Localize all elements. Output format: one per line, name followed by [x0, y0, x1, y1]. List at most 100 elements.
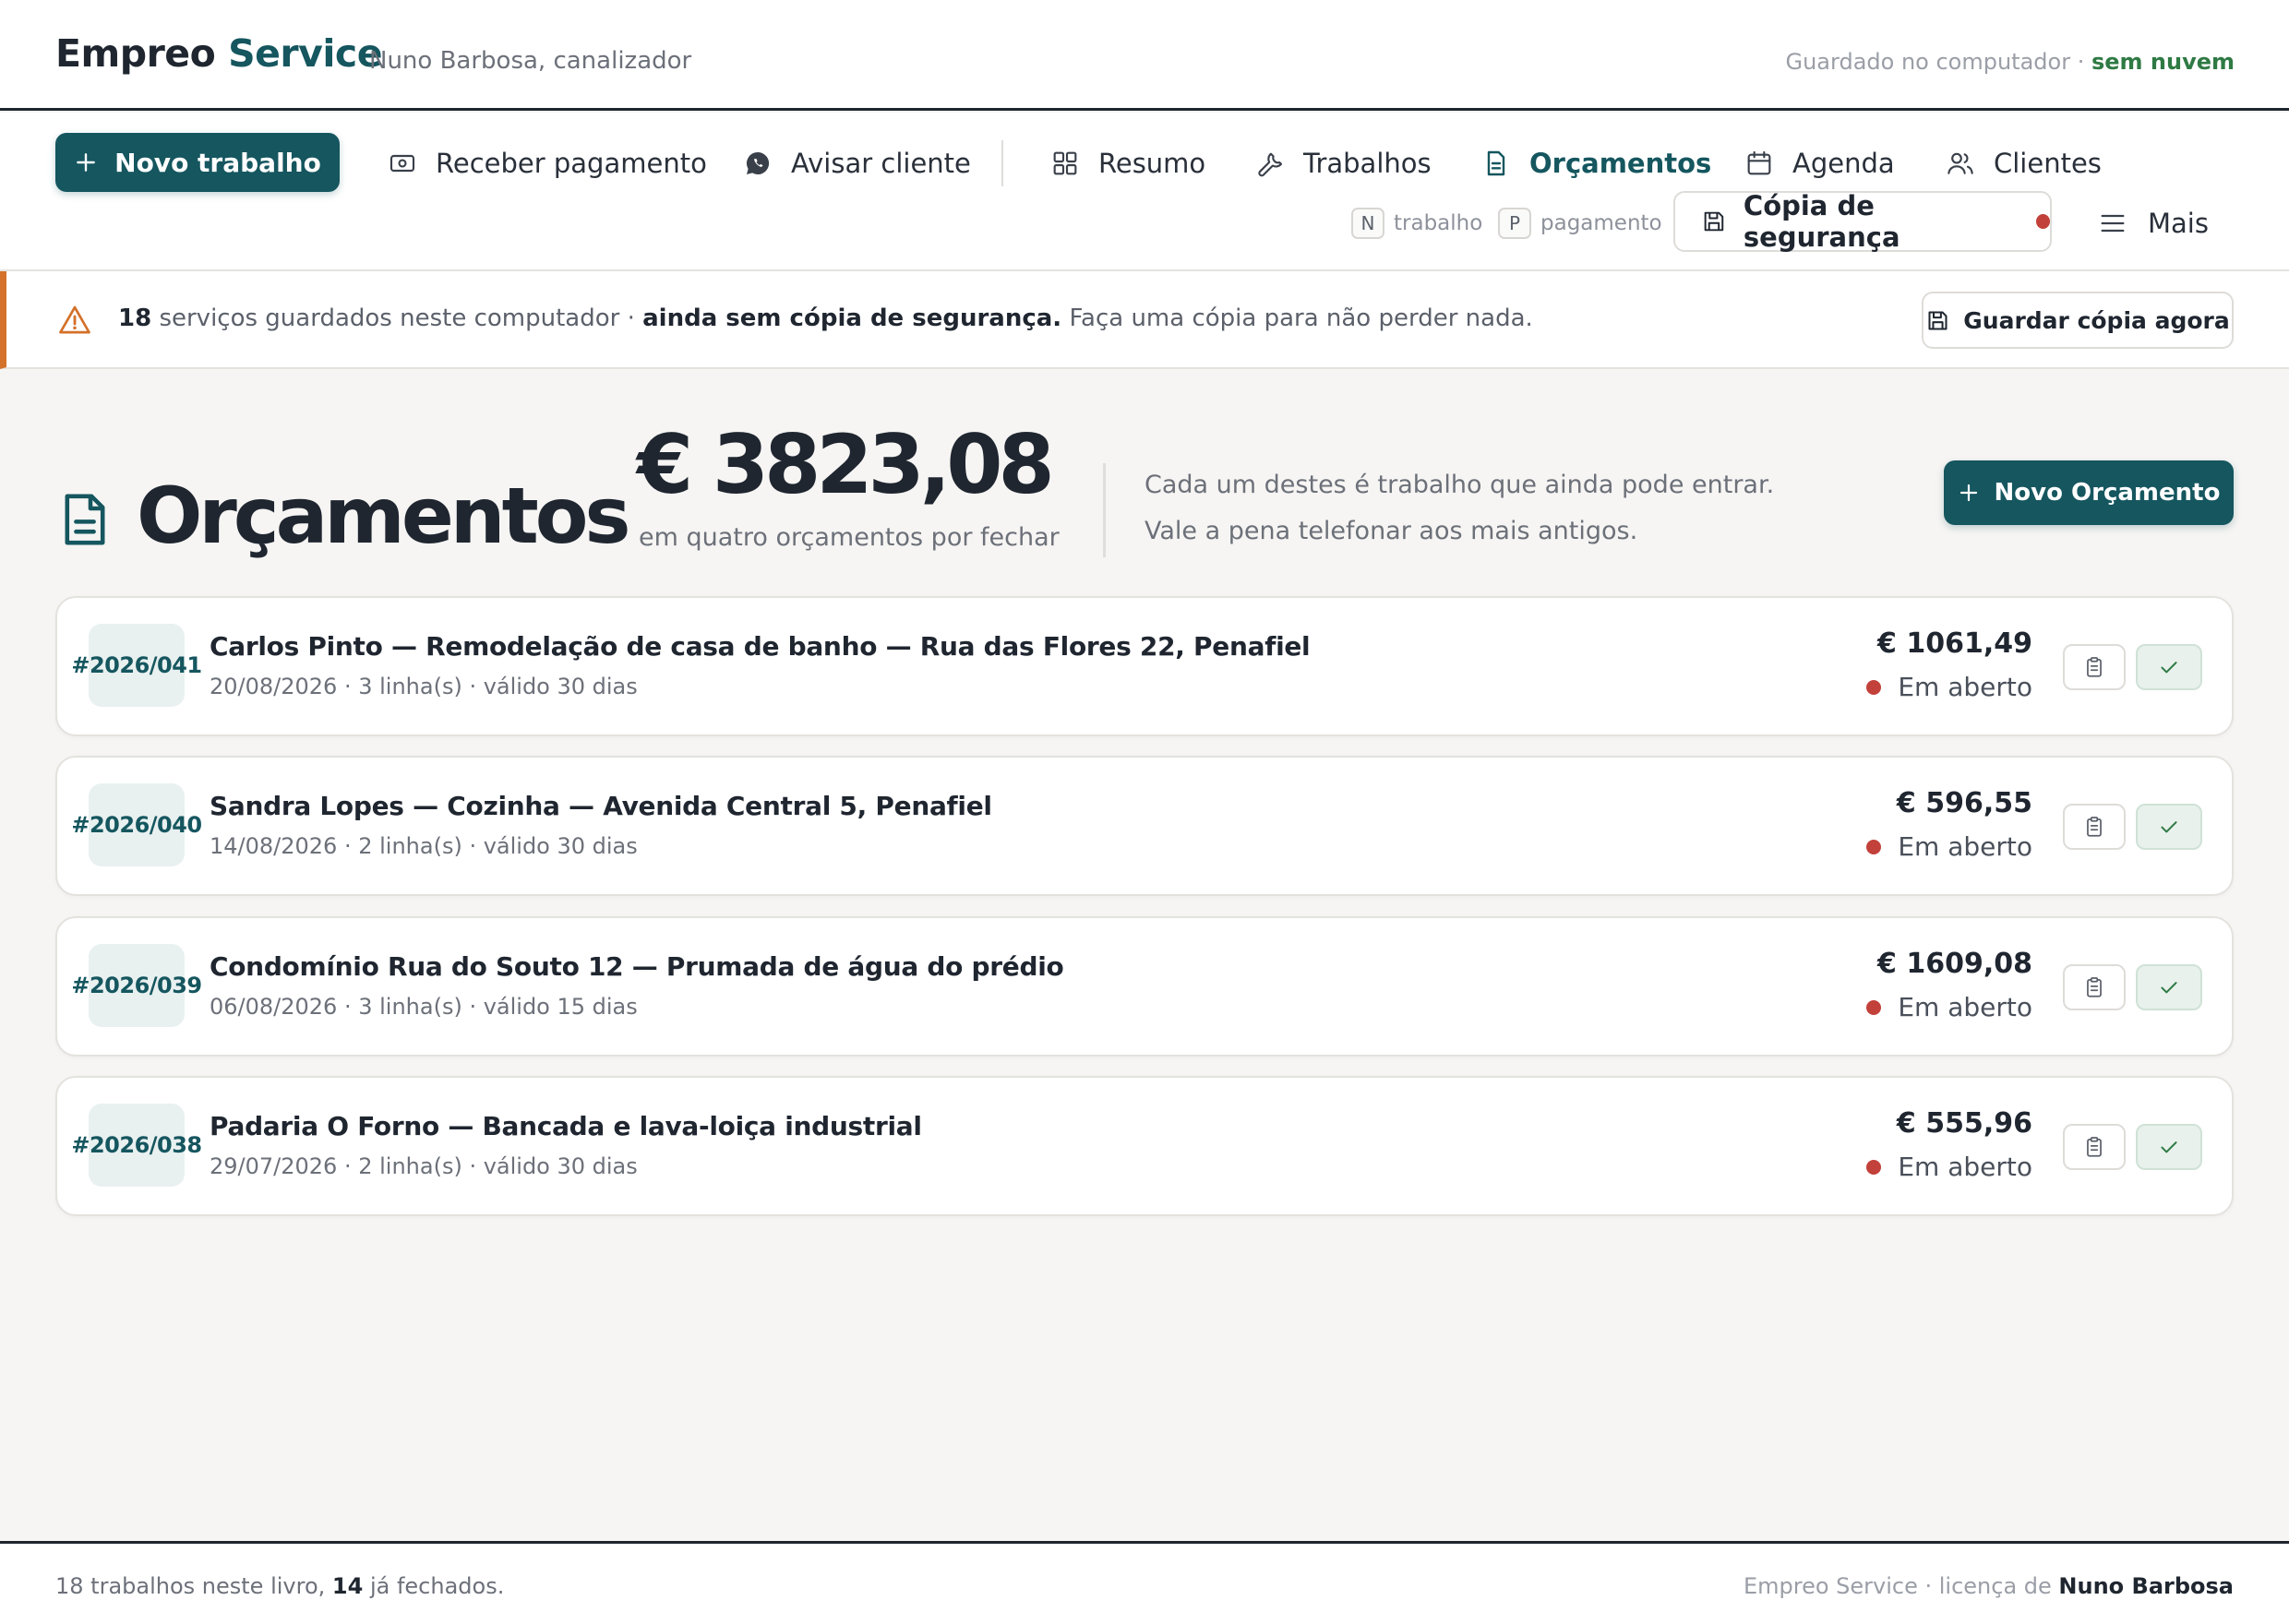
agenda-label: Agenda	[1792, 148, 1895, 179]
quote-status: Em aberto	[1866, 992, 2032, 1022]
receive-payment-label: Receber pagamento	[436, 148, 707, 179]
shortcut-hint-payment: P pagamento	[1498, 207, 1662, 240]
quotes-total-amount: € 3823,08	[637, 417, 1055, 512]
check-icon	[2161, 1141, 2177, 1153]
quote-number-badge: #2026/040	[71, 783, 202, 866]
nav-item-agenda[interactable]: Agenda	[1744, 140, 1895, 186]
nav-item-clients[interactable]: Clientes	[1946, 140, 2102, 186]
new-quote-button[interactable]: Novo Orçamento	[1944, 460, 2234, 525]
wrench-icon	[1258, 152, 1283, 177]
backup-button[interactable]: Cópia de segurança	[1673, 190, 2052, 253]
nav-item-jobs[interactable]: Trabalhos	[1255, 140, 1432, 186]
grid-icon	[1053, 151, 1077, 175]
alert-text-2: Faça uma cópia para não perder nada.	[1061, 304, 1533, 332]
status-dot	[1866, 999, 1882, 1015]
footer: 18 trabalhos neste livro, 14 já fechados…	[0, 1541, 2289, 1624]
quote-number: #2026/041	[71, 652, 202, 678]
new-job-label: Novo trabalho	[114, 147, 321, 178]
shortcut-key-p: P	[1498, 208, 1531, 239]
backup-alert-banner: 18 serviços guardados neste computador ·…	[0, 271, 2289, 369]
save-backup-now-button[interactable]: Guardar cópia agora	[1922, 292, 2234, 349]
status-dot	[1866, 839, 1882, 854]
accept-quote-button[interactable]	[2136, 644, 2202, 690]
plus-icon	[77, 153, 95, 172]
footer-license: Empreo Service · licença de Nuno Barbosa	[1744, 1573, 2234, 1599]
document-icon	[65, 494, 105, 545]
storage-text: Guardado no computador ·	[1785, 49, 2091, 75]
quote-status: Em aberto	[1866, 831, 2032, 862]
more-menu-button[interactable]: Mais	[2098, 200, 2209, 246]
nav-divider	[1001, 140, 1003, 186]
clipboard-icon	[2087, 1137, 2102, 1157]
quote-card[interactable]: #2026/041 Carlos Pinto — Remodelação de …	[55, 596, 2234, 736]
nav-item-summary[interactable]: Resumo	[1050, 140, 1205, 186]
clients-label: Clientes	[1994, 148, 2102, 179]
quotes-total-caption: em quatro orçamentos por fechar	[639, 523, 1060, 552]
accept-quote-button[interactable]	[2136, 1124, 2202, 1170]
header-divider	[1103, 463, 1106, 557]
quote-number: #2026/039	[71, 973, 202, 998]
quote-meta: 14/08/2026 · 2 linha(s) · válido 30 dias	[210, 833, 638, 859]
status-dot	[1866, 1159, 1882, 1175]
check-icon	[2161, 662, 2177, 674]
hint-line-1: Cada um destes é trabalho que ainda pode…	[1144, 471, 1775, 499]
footer-stats-text-2: já fechados.	[363, 1573, 505, 1599]
clipboard-icon	[2087, 657, 2102, 677]
copy-quote-button[interactable]	[2063, 644, 2126, 690]
quote-number-badge: #2026/039	[71, 944, 202, 1027]
cash-icon	[389, 154, 415, 173]
app-logo[interactable]: Empreo Service	[55, 31, 383, 76]
shortcut-label-payment: pagamento	[1540, 211, 1662, 235]
alert-text-1: serviços guardados neste computador ·	[151, 304, 643, 332]
notify-client-label: Avisar cliente	[791, 148, 971, 179]
accept-quote-button[interactable]	[2136, 964, 2202, 1010]
quote-title: Condomínio Rua do Souto 12 — Prumada de …	[210, 951, 1064, 982]
quote-title: Sandra Lopes — Cozinha — Avenida Central…	[210, 791, 992, 821]
quote-card[interactable]: #2026/039 Condomínio Rua do Souto 12 — P…	[55, 916, 2234, 1057]
quote-status-label: Em aberto	[1898, 672, 2032, 702]
check-icon	[2161, 982, 2177, 994]
quote-amount: € 1609,08	[1877, 948, 2032, 980]
footer-license-owner: Nuno Barbosa	[2058, 1573, 2234, 1599]
menu-icon	[2101, 214, 2125, 233]
quote-card[interactable]: #2026/040 Sandra Lopes — Cozinha — Aveni…	[55, 756, 2234, 896]
quote-number: #2026/038	[71, 1132, 202, 1158]
page-title: Orçamentos	[137, 471, 630, 561]
receive-payment-button[interactable]: Receber pagamento	[388, 140, 707, 186]
nav-item-quotes[interactable]: Orçamentos	[1481, 140, 1711, 186]
footer-license-text: Empreo Service · licença de	[1743, 1573, 2059, 1599]
document-icon	[1487, 150, 1505, 176]
quote-meta: 06/08/2026 · 3 linha(s) · válido 15 dias	[210, 994, 638, 1020]
shortcut-key-n: N	[1351, 208, 1384, 239]
quote-amount: € 1061,49	[1877, 627, 2032, 660]
users-icon	[1947, 152, 1973, 174]
check-icon	[2161, 821, 2177, 833]
quote-title: Padaria O Forno — Bancada e lava-loiça i…	[210, 1111, 922, 1141]
save-icon	[1704, 211, 1724, 232]
notify-client-button[interactable]: Avisar cliente	[743, 140, 971, 186]
quote-title: Carlos Pinto — Remodelação de casa de ba…	[210, 631, 1311, 662]
quote-status-label: Em aberto	[1898, 992, 2032, 1022]
quote-card[interactable]: #2026/038 Padaria O Forno — Bancada e la…	[55, 1076, 2234, 1216]
footer-closed-count: 14	[331, 1573, 364, 1599]
quote-amount: € 596,55	[1896, 787, 2032, 819]
copy-quote-button[interactable]	[2063, 964, 2126, 1010]
whatsapp-icon	[746, 151, 770, 174]
footer-stats: 18 trabalhos neste livro, 14 já fechados…	[55, 1573, 504, 1599]
quote-status-label: Em aberto	[1898, 831, 2032, 862]
cloud-status: sem nuvem	[2091, 49, 2235, 75]
copy-quote-button[interactable]	[2063, 1124, 2126, 1170]
footer-stats-text-1: 18 trabalhos neste livro,	[55, 1573, 332, 1599]
new-job-button[interactable]: Novo trabalho	[55, 133, 340, 192]
plus-icon	[1959, 484, 1977, 502]
copy-quote-button[interactable]	[2063, 804, 2126, 850]
quote-number-badge: #2026/041	[71, 624, 202, 707]
more-label: Mais	[2148, 208, 2209, 239]
quote-status: Em aberto	[1866, 672, 2032, 702]
clipboard-icon	[2087, 817, 2102, 837]
brand-name: Empreo	[55, 31, 216, 76]
quotes-label: Orçamentos	[1529, 148, 1712, 179]
quote-status-label: Em aberto	[1898, 1152, 2032, 1182]
accept-quote-button[interactable]	[2136, 804, 2202, 850]
clipboard-icon	[2087, 977, 2102, 997]
